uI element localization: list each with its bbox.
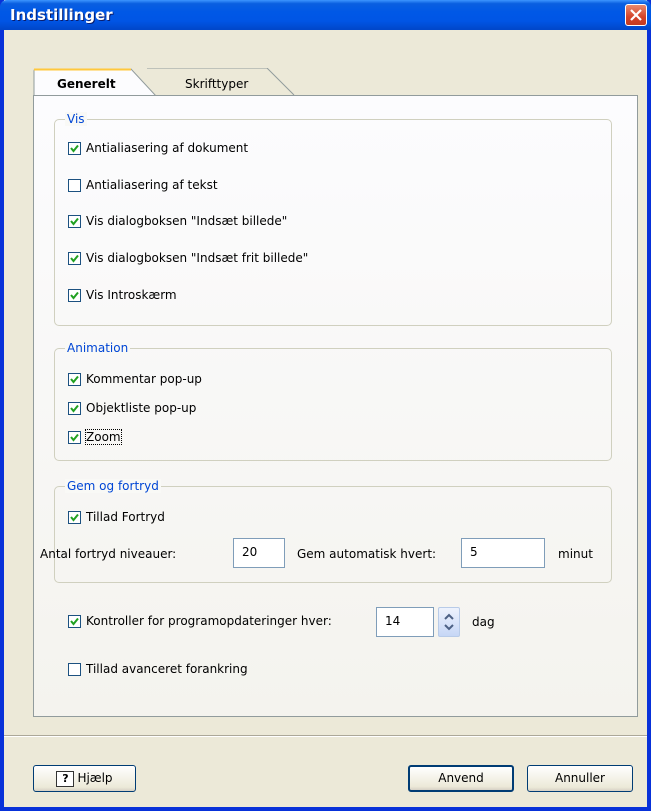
update-interval-unit: dag — [472, 615, 495, 629]
help-icon: ? — [56, 770, 75, 787]
undo-levels-label: Antal fortryd niveauer: — [40, 547, 177, 561]
checkbox-box[interactable] — [68, 511, 81, 524]
checkmark-icon — [70, 144, 79, 153]
autosave-input[interactable]: 5 — [461, 538, 545, 568]
checkbox-box[interactable] — [68, 373, 81, 386]
update-interval-input[interactable]: 14 — [376, 607, 434, 637]
tab-label-generelt: Generelt — [57, 77, 116, 91]
checkbox-box[interactable] — [68, 179, 81, 192]
checkbox-label: Tillad avanceret forankring — [86, 662, 248, 676]
checkmark-icon — [70, 254, 79, 263]
checkbox-box[interactable] — [68, 142, 81, 155]
autosave-unit: minut — [558, 547, 593, 561]
apply-button[interactable]: Anvend — [408, 765, 514, 792]
checkbox-label: Antialiasering af tekst — [86, 178, 218, 192]
group-title-save-undo: Gem og fortryd — [65, 479, 161, 493]
cancel-button[interactable]: Annuller — [527, 765, 633, 792]
close-icon — [630, 9, 642, 21]
checkmark-icon — [70, 433, 79, 442]
settings-dialog: Indstillinger Generelt Skrifttyper Vis A… — [0, 0, 651, 811]
close-button[interactable] — [625, 4, 647, 26]
checkbox-label: Kommentar pop-up — [86, 372, 202, 386]
checkbox-box[interactable] — [68, 215, 81, 228]
checkbox-box[interactable] — [68, 615, 81, 628]
checkmark-icon — [70, 404, 79, 413]
checkmark-icon — [70, 217, 79, 226]
checkbox-label: Vis Introskærm — [86, 288, 177, 302]
spinner-arrows-icon — [444, 613, 454, 631]
tab-skrifttyper[interactable]: Skrifttyper — [132, 68, 302, 96]
checkbox-label: Vis dialogboksen "Indsæt frit billede" — [86, 251, 309, 265]
checkbox-box[interactable] — [68, 663, 81, 676]
separator — [4, 735, 647, 737]
cancel-button-label: Annuller — [554, 771, 605, 785]
help-button-label: Hjælp — [77, 771, 113, 785]
checkmark-icon — [70, 291, 79, 300]
checkbox-label: Antialiasering af dokument — [86, 141, 249, 155]
group-title-vis: Vis — [65, 112, 87, 126]
checkbox-label: Vis dialogboksen "Indsæt billede" — [86, 214, 288, 228]
apply-button-label: Anvend — [438, 771, 484, 785]
window-title: Indstillinger — [10, 6, 113, 24]
checkbox-box[interactable] — [68, 252, 81, 265]
checkbox-label: Zoom — [85, 429, 122, 445]
checkmark-icon — [70, 513, 79, 522]
group-title-animation: Animation — [65, 341, 131, 355]
checkmark-icon — [70, 617, 79, 626]
checkbox-box[interactable] — [68, 431, 81, 444]
update-interval-spinner[interactable] — [438, 607, 460, 637]
checkbox-label: Kontroller for programopdateringer hver: — [86, 614, 332, 628]
checkbox-label: Objektliste pop-up — [86, 401, 197, 415]
help-button[interactable]: ? Hjælp — [33, 765, 136, 792]
undo-levels-input[interactable]: 20 — [233, 538, 285, 568]
checkbox-label: Tillad Fortryd — [86, 510, 165, 524]
title-bar[interactable]: Indstillinger — [0, 0, 651, 30]
autosave-label: Gem automatisk hvert: — [297, 547, 437, 561]
checkbox-box[interactable] — [68, 402, 81, 415]
tab-label-skrifttyper: Skrifttyper — [185, 77, 249, 91]
group-save-undo: Gem og fortryd — [54, 479, 612, 583]
checkmark-icon — [70, 375, 79, 384]
checkbox-box[interactable] — [68, 289, 81, 302]
